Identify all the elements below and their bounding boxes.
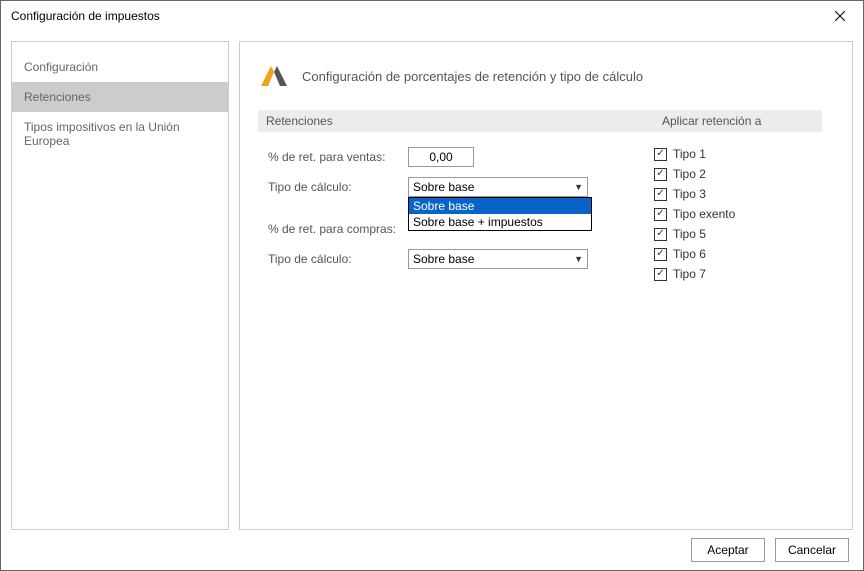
row-calc-compras: Tipo de cálculo: Sobre base ▼ — [258, 246, 654, 272]
label-tipo6: Tipo 6 — [673, 247, 706, 261]
label-ret-compras: % de ret. para compras: — [258, 222, 408, 236]
sidebar-item-tipos-ue[interactable]: Tipos impositivos en la Unión Europea — [12, 112, 228, 156]
main-panel: Configuración de porcentajes de retenció… — [239, 41, 853, 530]
label-ret-ventas: % de ret. para ventas: — [258, 150, 408, 164]
apply-row-tipo7: ✓ Tipo 7 — [654, 264, 834, 284]
content-area: Configuración Retenciones Tipos impositi… — [1, 31, 863, 530]
body-area: % de ret. para ventas: Tipo de cálculo: … — [258, 144, 834, 284]
form-column: % de ret. para ventas: Tipo de cálculo: … — [258, 144, 654, 284]
dropdown-option-sobre-base[interactable]: Sobre base — [409, 198, 591, 214]
checkbox-tipo1[interactable]: ✓ — [654, 148, 667, 161]
sidebar-item-configuracion[interactable]: Configuración — [12, 52, 228, 82]
tax-agency-icon — [258, 60, 290, 92]
checkbox-tipo2[interactable]: ✓ — [654, 168, 667, 181]
label-tipo1: Tipo 1 — [673, 147, 706, 161]
dropdown-option-sobre-base-impuestos[interactable]: Sobre base + impuestos — [409, 214, 591, 230]
apply-row-tipo5: ✓ Tipo 5 — [654, 224, 834, 244]
select-calc-compras-value: Sobre base — [413, 252, 474, 266]
checkbox-tipo7[interactable]: ✓ — [654, 268, 667, 281]
apply-row-tipo6: ✓ Tipo 6 — [654, 244, 834, 264]
footer: Aceptar Cancelar — [1, 530, 863, 570]
input-ret-ventas[interactable] — [408, 147, 474, 167]
row-ret-ventas: % de ret. para ventas: — [258, 144, 654, 170]
title-bar: Configuración de impuestos — [1, 1, 863, 31]
label-tipo2: Tipo 2 — [673, 167, 706, 181]
window-title: Configuración de impuestos — [11, 9, 817, 23]
checkbox-tipo3[interactable]: ✓ — [654, 188, 667, 201]
label-tipo5: Tipo 5 — [673, 227, 706, 241]
apply-row-tipo1: ✓ Tipo 1 — [654, 144, 834, 164]
ok-button[interactable]: Aceptar — [691, 538, 765, 562]
select-calc-compras[interactable]: Sobre base ▼ — [408, 249, 588, 269]
chevron-down-icon: ▼ — [574, 254, 583, 264]
section-headers: Retenciones Aplicar retención a — [258, 110, 834, 132]
label-tipo-exento: Tipo exento — [673, 207, 735, 221]
checkbox-tipo-exento[interactable]: ✓ — [654, 208, 667, 221]
checkbox-tipo6[interactable]: ✓ — [654, 248, 667, 261]
close-icon — [835, 11, 845, 21]
chevron-down-icon: ▼ — [574, 182, 583, 192]
sidebar: Configuración Retenciones Tipos impositi… — [11, 41, 229, 530]
close-button[interactable] — [817, 1, 863, 31]
main-header: Configuración de porcentajes de retenció… — [258, 60, 834, 92]
apply-row-tipo2: ✓ Tipo 2 — [654, 164, 834, 184]
select-calc-ventas-value: Sobre base — [413, 180, 474, 194]
section-aplicar-header: Aplicar retención a — [654, 110, 822, 132]
dropdown-calc-ventas: Sobre base Sobre base + impuestos — [408, 197, 592, 231]
section-retenciones-header: Retenciones — [258, 110, 654, 132]
main-header-text: Configuración de porcentajes de retenció… — [302, 69, 643, 84]
checkbox-tipo5[interactable]: ✓ — [654, 228, 667, 241]
label-tipo3: Tipo 3 — [673, 187, 706, 201]
label-calc-compras: Tipo de cálculo: — [258, 252, 408, 266]
row-calc-ventas: Tipo de cálculo: Sobre base ▼ Sobre base… — [258, 174, 654, 200]
select-calc-ventas[interactable]: Sobre base ▼ Sobre base Sobre base + imp… — [408, 177, 588, 197]
label-tipo7: Tipo 7 — [673, 267, 706, 281]
cancel-button[interactable]: Cancelar — [775, 538, 849, 562]
apply-row-tipo3: ✓ Tipo 3 — [654, 184, 834, 204]
apply-row-tipo-exento: ✓ Tipo exento — [654, 204, 834, 224]
sidebar-item-retenciones[interactable]: Retenciones — [12, 82, 228, 112]
apply-to-column: ✓ Tipo 1 ✓ Tipo 2 ✓ Tipo 3 ✓ Tipo exento… — [654, 144, 834, 284]
label-calc-ventas: Tipo de cálculo: — [258, 180, 408, 194]
